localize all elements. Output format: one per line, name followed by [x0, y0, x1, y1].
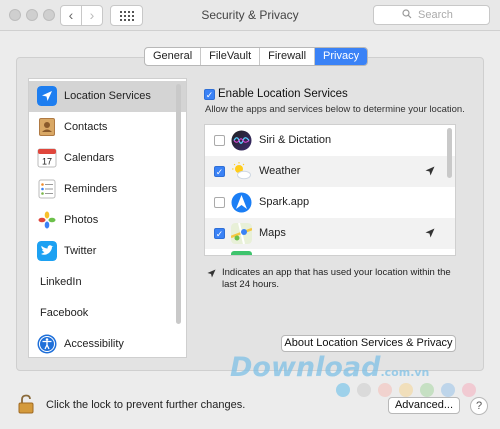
decor-dot — [420, 383, 434, 397]
tab-privacy[interactable]: Privacy — [315, 48, 368, 65]
siri-icon — [231, 130, 252, 151]
checkmark-icon: ✓ — [215, 229, 224, 239]
decor-dot — [399, 383, 413, 397]
watermark-logo: Download.com.vn — [230, 352, 429, 383]
title-bar: ‹ › Security & Privacy Search — [0, 0, 500, 31]
watermark-dots — [336, 383, 476, 397]
sidebar-item-label: Facebook — [40, 307, 89, 319]
checkmark-icon: ✓ — [215, 167, 224, 177]
watermark-text: Download — [230, 352, 381, 383]
help-button[interactable]: ? — [470, 397, 488, 415]
sidebar-scrollbar[interactable] — [176, 84, 181, 324]
tab-general[interactable]: General — [145, 48, 202, 65]
twitter-icon — [37, 241, 57, 261]
app-name: Maps — [259, 227, 286, 239]
decor-dot — [441, 383, 455, 397]
advanced-button[interactable]: Advanced... — [388, 397, 460, 414]
tab-filevault[interactable]: FileVault — [201, 48, 261, 65]
sidebar-item-accessibility[interactable]: Accessibility — [29, 329, 186, 357]
list-item[interactable] — [205, 249, 455, 255]
about-location-button[interactable]: About Location Services & Privacy — [281, 335, 456, 352]
checkmark-icon: ✓ — [205, 90, 214, 100]
calendar-icon: 17 — [37, 148, 57, 168]
list-item[interactable]: Spark.app — [205, 187, 455, 218]
reminders-icon — [38, 179, 56, 199]
list-item[interactable]: ✓ Weather — [205, 156, 455, 187]
app-icon-partial — [231, 251, 252, 255]
enable-location-label: Enable Location Services — [218, 88, 348, 100]
location-legend: Indicates an app that has used your loca… — [222, 267, 451, 290]
spark-icon — [231, 192, 252, 213]
sidebar-item-contacts[interactable]: Contacts — [29, 112, 186, 143]
sidebar-item-label: Photos — [64, 214, 99, 226]
app-checkbox[interactable]: ✓ — [214, 228, 225, 239]
sidebar-item-label: Accessibility — [64, 338, 124, 350]
tab-firewall[interactable]: Firewall — [260, 48, 316, 65]
sidebar-item-calendars[interactable]: 17 Calendars — [29, 143, 186, 174]
decor-dot — [357, 383, 371, 397]
weather-icon — [232, 162, 251, 180]
decor-dot — [336, 383, 350, 397]
photos-icon — [38, 211, 56, 229]
search-field[interactable]: Search — [373, 5, 490, 25]
decor-dot — [462, 383, 476, 397]
app-name: Weather — [259, 165, 301, 177]
watermark-sub: .com.vn — [380, 366, 430, 379]
accessibility-icon — [37, 334, 57, 354]
sidebar-item-label: LinkedIn — [40, 276, 82, 288]
maps-icon — [231, 223, 252, 244]
app-checkbox[interactable]: ✓ — [214, 166, 225, 177]
sidebar-item-reminders[interactable]: Reminders — [29, 174, 186, 205]
privacy-sidebar: Location Services Contacts 17 Calendars … — [28, 78, 187, 358]
sidebar-item-linkedin[interactable]: LinkedIn — [29, 267, 186, 298]
calendar-day-number: 17 — [42, 157, 52, 167]
sidebar-item-label: Location Services — [64, 90, 151, 102]
location-arrow-icon — [207, 269, 216, 278]
apps-list: Siri & Dictation ✓ Weather Spark.app ✓ M… — [204, 124, 456, 256]
app-checkbox[interactable] — [214, 135, 225, 146]
location-description: Allow the apps and services below to det… — [205, 104, 465, 115]
lock-icon[interactable] — [18, 394, 36, 414]
app-checkbox[interactable] — [214, 197, 225, 208]
tab-bar: General FileVault Firewall Privacy — [144, 47, 369, 66]
contacts-icon — [39, 118, 55, 136]
sidebar-item-location-services[interactable]: Location Services — [29, 81, 186, 112]
apps-scrollbar[interactable] — [447, 128, 452, 178]
location-arrow-icon — [425, 166, 435, 176]
location-arrow-icon — [37, 86, 57, 106]
sidebar-item-label: Calendars — [64, 152, 115, 164]
location-arrow-icon — [425, 228, 435, 238]
sidebar-item-label: Reminders — [64, 183, 118, 195]
app-name: Siri & Dictation — [259, 134, 332, 146]
decor-dot — [378, 383, 392, 397]
enable-location-checkbox[interactable]: ✓ — [204, 89, 215, 100]
lock-text: Click the lock to prevent further change… — [46, 399, 246, 411]
sidebar-item-facebook[interactable]: Facebook — [29, 298, 186, 329]
sidebar-item-photos[interactable]: Photos — [29, 205, 186, 236]
search-icon — [402, 9, 412, 19]
search-placeholder: Search — [418, 9, 453, 21]
sidebar-item-label: Twitter — [64, 245, 97, 257]
sidebar-item-twitter[interactable]: Twitter — [29, 236, 186, 267]
app-name: Spark.app — [259, 196, 310, 208]
sidebar-item-label: Contacts — [64, 121, 108, 133]
list-item[interactable]: ✓ Maps — [205, 218, 455, 249]
list-item[interactable]: Siri & Dictation — [205, 125, 455, 156]
